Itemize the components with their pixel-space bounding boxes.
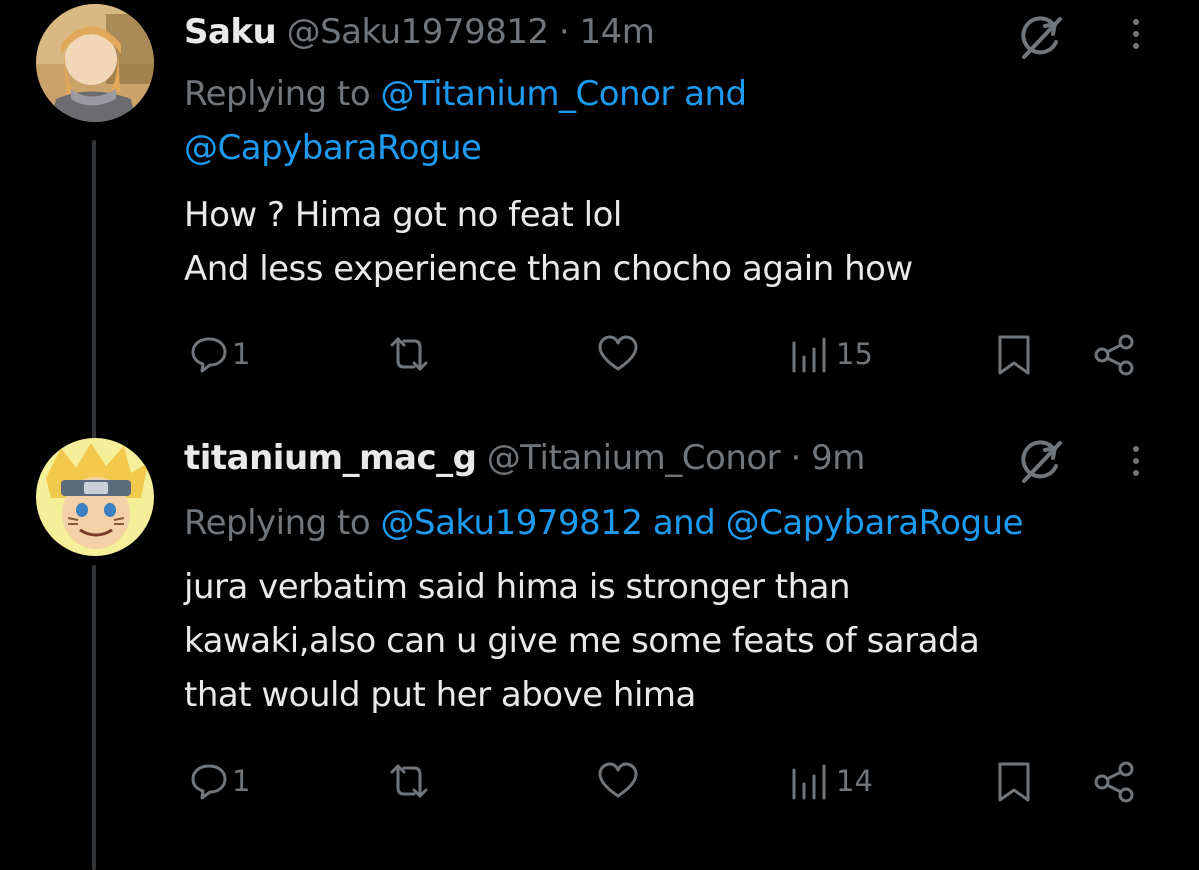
more-icon: [1133, 446, 1139, 476]
share-icon: [1094, 334, 1134, 376]
like-button[interactable]: [596, 760, 640, 802]
replying-to: Replying to @Saku1979812 and @CapybaraRo…: [184, 496, 1024, 550]
avatar-image: [36, 4, 154, 122]
user-handle[interactable]: @Titanium_Conor: [487, 438, 781, 478]
more-button[interactable]: [1133, 13, 1139, 55]
retweet-icon: [390, 764, 428, 798]
mention-link[interactable]: @Titanium_Conor and: [381, 74, 748, 114]
more-button[interactable]: [1133, 440, 1139, 482]
tweet-text: jura verbatim said hima is stronger than…: [184, 560, 980, 722]
timestamp[interactable]: 9m: [811, 438, 865, 478]
reply-button[interactable]: 1: [188, 333, 250, 375]
grok-button[interactable]: [1015, 12, 1067, 68]
grok-icon: [1021, 16, 1062, 59]
retweet-button[interactable]: [386, 760, 432, 802]
thread-line: [92, 140, 96, 440]
display-name[interactable]: Saku: [184, 12, 277, 52]
tweet-header: titanium_mac_g @Titanium_Conor · 9m: [184, 438, 865, 478]
replying-prefix: Replying to: [184, 503, 371, 543]
retweet-icon: [390, 337, 428, 371]
reply-icon: [191, 764, 227, 800]
views-button[interactable]: 14: [790, 760, 873, 802]
tweet-text-line: kawaki,also can u give me some feats of …: [184, 621, 980, 661]
tweet-text-line: How ? Hima got no feat lol: [184, 195, 622, 235]
replying-prefix: Replying to: [184, 74, 371, 114]
views-icon: [792, 337, 826, 373]
reply-button[interactable]: 1: [188, 760, 250, 802]
tweet-text: How ? Hima got no feat lol And less expe…: [184, 188, 913, 296]
display-name[interactable]: titanium_mac_g: [184, 438, 477, 478]
views-icon: [792, 764, 826, 800]
share-button[interactable]: [1092, 760, 1136, 804]
thread-line: [92, 565, 96, 870]
grok-button[interactable]: [1015, 436, 1067, 492]
bookmark-button[interactable]: [994, 760, 1034, 804]
like-button[interactable]: [596, 333, 640, 375]
share-button[interactable]: [1092, 333, 1136, 377]
views-button[interactable]: 15: [790, 333, 873, 375]
grok-icon: [1021, 440, 1062, 483]
avatar-image: [36, 438, 154, 556]
tweet-header: Saku @Saku1979812 · 14m: [184, 12, 655, 52]
like-icon: [598, 335, 638, 371]
share-icon: [1094, 761, 1134, 803]
bookmark-icon: [998, 335, 1030, 375]
like-icon: [598, 762, 638, 798]
separator: ·: [790, 438, 801, 478]
user-handle[interactable]: @Saku1979812: [287, 12, 550, 52]
views-count: 15: [836, 337, 873, 371]
mention-link[interactable]: @CapybaraRogue: [184, 128, 482, 168]
reply-count: 1: [232, 764, 251, 798]
mention-link[interactable]: @Saku1979812 and @CapybaraRogue: [381, 503, 1024, 543]
bookmark-icon: [998, 762, 1030, 802]
views-count: 14: [836, 764, 873, 798]
tweet-text-line: jura verbatim said hima is stronger than: [184, 567, 851, 607]
avatar[interactable]: [36, 438, 154, 556]
reply-count: 1: [232, 337, 251, 371]
separator: ·: [558, 12, 570, 52]
replying-to: Replying to @Titanium_Conor and @Capybar…: [184, 67, 747, 175]
bookmark-button[interactable]: [994, 333, 1034, 377]
reply-icon: [191, 337, 227, 373]
avatar[interactable]: [36, 4, 154, 122]
tweet-text-line: that would put her above hima: [184, 675, 696, 715]
tweet-text-line: And less experience than chocho again ho…: [184, 249, 913, 289]
more-icon: [1133, 19, 1139, 49]
retweet-button[interactable]: [386, 333, 432, 375]
timestamp[interactable]: 14m: [580, 12, 655, 52]
